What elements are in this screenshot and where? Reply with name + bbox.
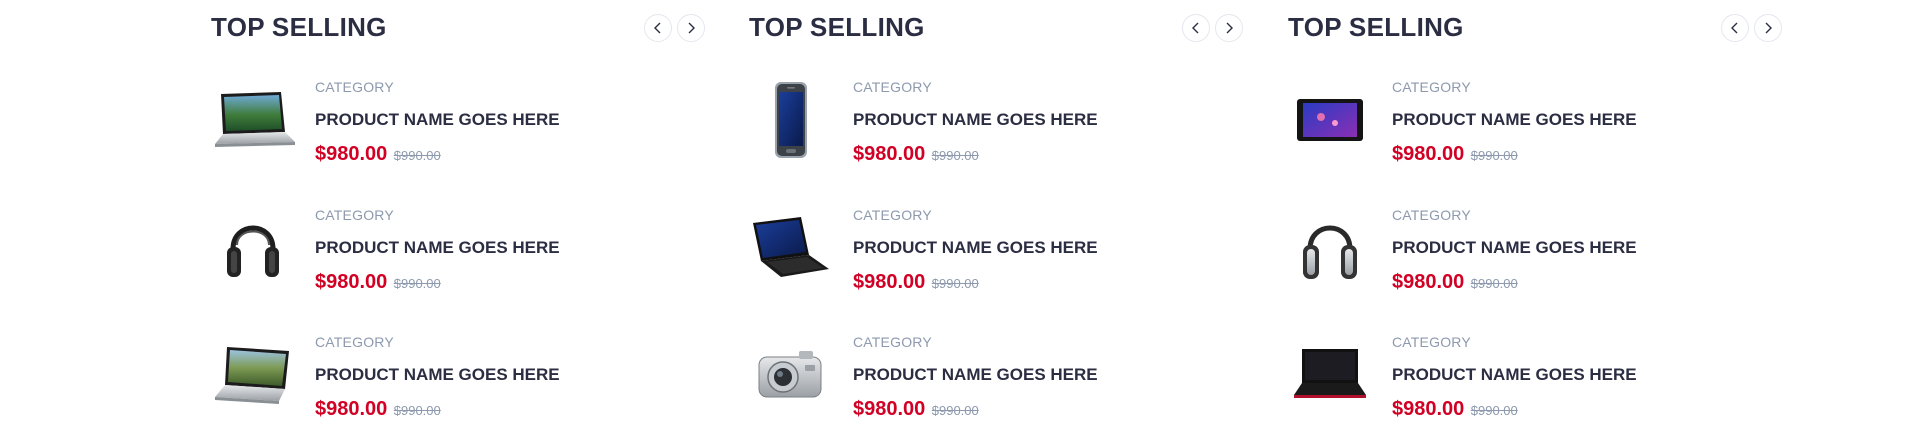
product-old-price: $990.00 — [1470, 276, 1518, 291]
section-title: TOP SELLING — [1288, 12, 1464, 42]
product-widget[interactable]: CATEGORY PRODUCT NAME GOES HERE $980.00 … — [1288, 78, 1844, 188]
laptop-red-icon — [1294, 349, 1366, 398]
product-widget[interactable]: CATEGORY PRODUCT NAME GOES HERE $980.00 … — [211, 333, 767, 442]
product-name-link[interactable]: PRODUCT NAME GOES HERE — [853, 110, 1293, 130]
product-old-price: $990.00 — [931, 148, 979, 163]
product-price: $980.00 — [315, 271, 388, 293]
product-old-price: $990.00 — [393, 276, 441, 291]
product-name-link[interactable]: PRODUCT NAME GOES HERE — [1392, 238, 1832, 258]
product-widget[interactable]: CATEGORY PRODUCT NAME GOES HERE $980.00 … — [749, 333, 1305, 442]
product-category: CATEGORY — [315, 79, 394, 95]
chevron-left-icon — [1192, 22, 1199, 34]
slider-prev-button[interactable] — [1721, 14, 1749, 42]
chevron-right-icon — [688, 22, 695, 34]
product-image[interactable] — [749, 78, 833, 162]
product-price-row: $980.00 $990.00 — [1392, 397, 1832, 423]
slider-next-button[interactable] — [677, 14, 705, 42]
product-price-row: $980.00 $990.00 — [853, 270, 1293, 296]
camera-icon — [758, 351, 822, 398]
product-old-price: $990.00 — [393, 148, 441, 163]
chevron-right-icon — [1765, 22, 1772, 34]
product-price: $980.00 — [853, 271, 926, 293]
slider-next-button[interactable] — [1754, 14, 1782, 42]
slider-next-button[interactable] — [1215, 14, 1243, 42]
laptop-dark-icon — [753, 217, 829, 277]
product-price: $980.00 — [1392, 271, 1465, 293]
product-image[interactable] — [749, 206, 833, 290]
product-widget[interactable]: CATEGORY PRODUCT NAME GOES HERE $980.00 … — [1288, 206, 1844, 316]
top-selling-column-3: TOP SELLING CATEGORY PRODUCT NAME GOES H… — [1288, 0, 1844, 442]
top-selling-column-2: TOP SELLING CATEGORY PRODUCT NAME GOES H… — [749, 0, 1305, 442]
section-title: TOP SELLING — [211, 12, 387, 42]
chevron-left-icon — [654, 22, 661, 34]
product-old-price: $990.00 — [393, 403, 441, 418]
section-header: TOP SELLING — [211, 10, 767, 50]
slider-prev-button[interactable] — [1182, 14, 1210, 42]
product-image[interactable] — [749, 333, 833, 417]
product-category: CATEGORY — [1392, 334, 1471, 350]
product-price-row: $980.00 $990.00 — [1392, 270, 1832, 296]
product-widget[interactable]: CATEGORY PRODUCT NAME GOES HERE $980.00 … — [211, 78, 767, 188]
top-selling-column-1: TOP SELLING CATEGORY PRODUCT NAME GOES H… — [211, 0, 767, 442]
product-name-link[interactable]: PRODUCT NAME GOES HERE — [853, 365, 1293, 385]
product-price-row: $980.00 $990.00 — [315, 142, 755, 168]
headphones-black-icon — [227, 225, 279, 277]
product-image[interactable] — [211, 78, 295, 162]
product-image[interactable] — [211, 333, 295, 417]
smartphone-icon — [775, 82, 807, 158]
product-price-row: $980.00 $990.00 — [853, 397, 1293, 423]
product-old-price: $990.00 — [931, 403, 979, 418]
product-price: $980.00 — [1392, 398, 1465, 420]
headphones-silver-icon — [1303, 225, 1357, 279]
product-name-link[interactable]: PRODUCT NAME GOES HERE — [1392, 365, 1832, 385]
product-price: $980.00 — [853, 398, 926, 420]
section-header: TOP SELLING — [1288, 10, 1844, 50]
chevron-left-icon — [1731, 22, 1738, 34]
product-image[interactable] — [1288, 333, 1372, 417]
product-old-price: $990.00 — [1470, 148, 1518, 163]
laptop-silver-icon — [215, 92, 295, 147]
product-price-row: $980.00 $990.00 — [853, 142, 1293, 168]
product-name-link[interactable]: PRODUCT NAME GOES HERE — [315, 365, 755, 385]
laptop-landscape-icon — [215, 347, 289, 404]
product-name-link[interactable]: PRODUCT NAME GOES HERE — [315, 110, 755, 130]
tablet-icon — [1297, 99, 1363, 141]
product-image[interactable] — [1288, 206, 1372, 290]
slider-prev-button[interactable] — [644, 14, 672, 42]
product-name-link[interactable]: PRODUCT NAME GOES HERE — [1392, 110, 1832, 130]
product-category: CATEGORY — [1392, 207, 1471, 223]
product-old-price: $990.00 — [1470, 403, 1518, 418]
product-image[interactable] — [1288, 78, 1372, 162]
product-price: $980.00 — [853, 143, 926, 165]
product-category: CATEGORY — [315, 207, 394, 223]
product-price-row: $980.00 $990.00 — [315, 397, 755, 423]
section-title: TOP SELLING — [749, 12, 925, 42]
product-widget[interactable]: CATEGORY PRODUCT NAME GOES HERE $980.00 … — [749, 78, 1305, 188]
product-category: CATEGORY — [853, 334, 932, 350]
product-category: CATEGORY — [1392, 79, 1471, 95]
product-name-link[interactable]: PRODUCT NAME GOES HERE — [315, 238, 755, 258]
product-widget[interactable]: CATEGORY PRODUCT NAME GOES HERE $980.00 … — [1288, 333, 1844, 442]
product-widget[interactable]: CATEGORY PRODUCT NAME GOES HERE $980.00 … — [211, 206, 767, 316]
product-category: CATEGORY — [853, 207, 932, 223]
product-price: $980.00 — [1392, 143, 1465, 165]
product-widget[interactable]: CATEGORY PRODUCT NAME GOES HERE $980.00 … — [749, 206, 1305, 316]
section-header: TOP SELLING — [749, 10, 1305, 50]
product-price-row: $980.00 $990.00 — [1392, 142, 1832, 168]
product-image[interactable] — [211, 206, 295, 290]
product-price: $980.00 — [315, 143, 388, 165]
product-category: CATEGORY — [315, 334, 394, 350]
chevron-right-icon — [1226, 22, 1233, 34]
product-price: $980.00 — [315, 398, 388, 420]
product-price-row: $980.00 $990.00 — [315, 270, 755, 296]
product-old-price: $990.00 — [931, 276, 979, 291]
product-name-link[interactable]: PRODUCT NAME GOES HERE — [853, 238, 1293, 258]
product-category: CATEGORY — [853, 79, 932, 95]
